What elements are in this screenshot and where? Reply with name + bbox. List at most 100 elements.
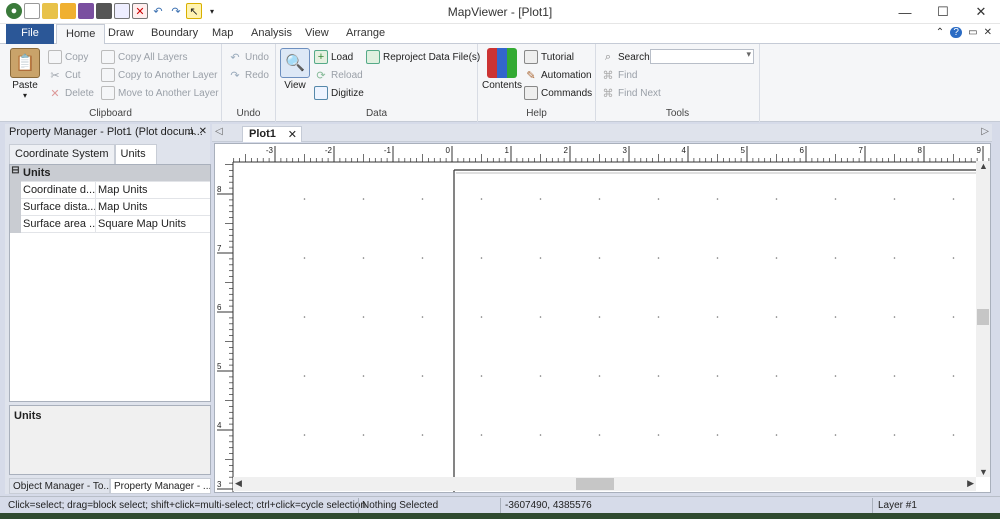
grid-dot xyxy=(716,375,719,377)
commands-button[interactable]: Commands xyxy=(524,86,592,100)
tab-coordinate-system[interactable]: Coordinate System xyxy=(9,144,115,164)
tutorial-button[interactable]: Tutorial xyxy=(524,50,574,64)
grid-dot xyxy=(598,198,601,200)
grid-dot xyxy=(834,257,837,259)
search-input[interactable] xyxy=(650,49,754,64)
reload-button[interactable]: ⟳ Reload xyxy=(314,68,362,82)
scroll-right-icon[interactable]: ▶ xyxy=(967,478,974,489)
scroll-down-icon[interactable]: ▼ xyxy=(979,467,988,477)
view-icon: 🔍 xyxy=(280,48,310,78)
scroll-left-icon[interactable]: ◀ xyxy=(235,478,242,489)
grid-dot xyxy=(775,198,778,200)
horizontal-scroll-thumb[interactable] xyxy=(576,478,614,490)
delete-button[interactable]: ✕ Delete xyxy=(48,86,94,100)
horizontal-scrollbar[interactable]: ◀ ▶ xyxy=(233,477,976,491)
property-manager-title: Property Manager - Plot1 (Plot docum... … xyxy=(5,124,210,141)
tab-view[interactable]: View xyxy=(296,24,338,44)
grid-dot xyxy=(303,198,306,200)
close-doc-window-icon[interactable]: ✕ xyxy=(984,27,992,38)
table-row[interactable]: Surface area ... Square Map Units xyxy=(10,216,210,233)
load-icon: + xyxy=(314,50,328,64)
digitize-button[interactable]: Digitize xyxy=(314,86,364,100)
paste-button[interactable]: 📋 Paste ▾ xyxy=(10,48,40,100)
tab-scroll-left-icon[interactable]: ◁ xyxy=(215,126,223,137)
delete-icon: ✕ xyxy=(50,87,60,100)
tab-object-manager[interactable]: Object Manager - To... xyxy=(9,478,110,494)
grid-dot xyxy=(657,316,660,318)
scissors-icon: ✂ xyxy=(50,69,60,82)
paste-icon: 📋 xyxy=(10,48,40,78)
contents-button[interactable]: Contents xyxy=(482,48,522,91)
tab-property-manager[interactable]: Property Manager - ... xyxy=(110,478,211,494)
table-row[interactable]: Surface dista... Map Units xyxy=(10,199,210,216)
tab-map[interactable]: Map xyxy=(203,24,242,44)
tab-file[interactable]: File xyxy=(6,24,54,44)
tab-scroll-right-icon[interactable]: ▷ xyxy=(981,126,989,137)
grid-dot xyxy=(303,375,306,377)
grid-dot xyxy=(421,257,424,259)
tab-units[interactable]: Units xyxy=(114,144,157,164)
load-button[interactable]: + Load xyxy=(314,50,353,64)
copy-to-layer-button[interactable]: Copy to Another Layer xyxy=(101,68,218,82)
plot-page[interactable] xyxy=(215,144,991,493)
undo-button[interactable]: ↶ Undo xyxy=(228,50,269,64)
minimize-button[interactable]: — xyxy=(886,0,924,24)
maximize-button[interactable]: ☐ xyxy=(924,0,962,24)
ruler-tick-label: 0 xyxy=(446,146,451,155)
grid-dot xyxy=(421,316,424,318)
copy-all-layers-button[interactable]: Copy All Layers xyxy=(101,50,187,64)
vertical-scroll-thumb[interactable] xyxy=(977,309,989,325)
copy-to-layer-icon xyxy=(101,68,115,82)
close-tab-icon[interactable]: ✕ xyxy=(288,128,297,141)
panel-pin-close-icons[interactable]: ⊥ ✕ xyxy=(187,126,207,137)
scroll-up-icon[interactable]: ▲ xyxy=(979,161,988,171)
commands-icon xyxy=(524,86,538,100)
find-next-button[interactable]: ⌘ Find Next xyxy=(601,86,661,100)
copy-button[interactable]: Copy xyxy=(48,50,88,64)
collapse-icon[interactable]: ⊟ xyxy=(10,165,21,182)
collapse-ribbon-icon[interactable]: ⌃ xyxy=(936,27,944,38)
grid-dot xyxy=(893,316,896,318)
reproject-button[interactable]: Reproject Data File(s) xyxy=(366,50,480,64)
grid-dot xyxy=(303,434,306,436)
grid-dot xyxy=(893,434,896,436)
redo-button[interactable]: ↷ Redo xyxy=(228,68,269,82)
tab-draw[interactable]: Draw xyxy=(99,24,143,44)
plot-canvas[interactable]: -3 -2 -1 0 1 2 3 4 5 6 7 8 9 8 7 6 5 4 3 xyxy=(214,143,991,493)
tab-arrange[interactable]: Arrange xyxy=(337,24,394,44)
table-row[interactable]: Coordinate d... Map Units xyxy=(10,182,210,199)
property-help-box: Units xyxy=(9,405,211,475)
copy-layers-icon xyxy=(101,50,115,64)
property-value[interactable]: Map Units xyxy=(95,182,210,199)
book-icon xyxy=(487,48,518,78)
automation-button[interactable]: ✎ Automation xyxy=(524,68,591,82)
tab-boundary[interactable]: Boundary xyxy=(142,24,207,44)
tab-plot1[interactable]: Plot1 ✕ xyxy=(242,126,302,142)
cut-button[interactable]: ✂ Cut xyxy=(48,68,80,82)
ruler-tick-label: 1 xyxy=(505,146,510,155)
ruler-tick-label: 6 xyxy=(217,303,222,312)
ruler-tick-label: 5 xyxy=(741,146,746,155)
grid-dot xyxy=(893,375,896,377)
grid-dot xyxy=(716,316,719,318)
tab-home[interactable]: Home xyxy=(56,24,106,45)
ribbon-tabs: File Home Draw Boundary Map Analysis Vie… xyxy=(0,24,1000,45)
view-button[interactable]: 🔍 View xyxy=(280,48,310,91)
category-row[interactable]: ⊟ Units xyxy=(10,165,210,182)
ribbon: 📋 Paste ▾ Copy ✂ Cut ✕ Delete Copy All Lay… xyxy=(0,44,1000,122)
grid-dot xyxy=(716,434,719,436)
vertical-scrollbar[interactable]: ▲ ▼ xyxy=(976,161,990,477)
move-to-layer-button[interactable]: Move to Another Layer xyxy=(101,86,219,100)
help-icon[interactable]: ? xyxy=(950,27,963,38)
grid-dot xyxy=(421,375,424,377)
tab-analysis[interactable]: Analysis xyxy=(242,24,301,44)
grid-dot xyxy=(539,257,542,259)
restore-doc-icon[interactable]: ▭ xyxy=(968,27,977,38)
status-hint: Click=select; drag=block select; shift+c… xyxy=(8,500,366,511)
property-grid: ⊟ Units Coordinate d... Map Units Surfac… xyxy=(9,164,211,402)
data-group-label: Data xyxy=(365,108,388,119)
property-value[interactable]: Map Units xyxy=(95,199,210,216)
property-value[interactable]: Square Map Units xyxy=(95,216,210,233)
close-button[interactable]: ✕ xyxy=(962,0,1000,24)
find-button[interactable]: ⌘ Find xyxy=(601,68,638,82)
